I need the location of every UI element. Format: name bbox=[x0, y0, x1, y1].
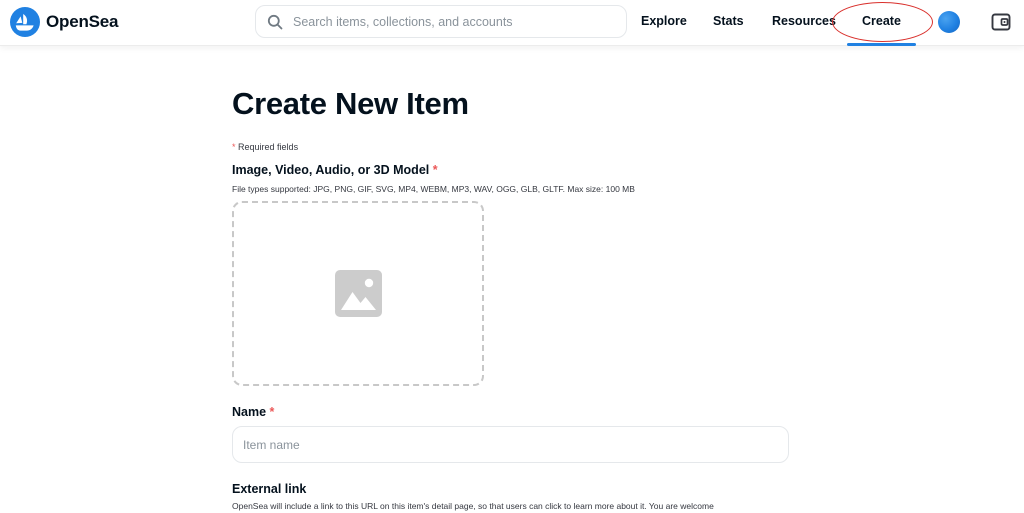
search-icon bbox=[267, 14, 283, 29]
external-link-hint: OpenSea will include a link to this URL … bbox=[232, 501, 714, 511]
create-highlight-annotation bbox=[832, 2, 933, 42]
required-fields-text: Required fields bbox=[238, 142, 299, 152]
avatar[interactable] bbox=[938, 11, 960, 33]
name-required-asterisk: * bbox=[269, 405, 275, 419]
media-file-types-hint: File types supported: JPG, PNG, GIF, SVG… bbox=[232, 184, 635, 194]
media-field-label: Image, Video, Audio, or 3D Model * bbox=[232, 163, 438, 177]
wallet-icon[interactable] bbox=[990, 11, 1012, 33]
top-navigation-bar: OpenSea Explore Stats Resources Create bbox=[0, 0, 1024, 46]
brand-logo-link[interactable]: OpenSea bbox=[10, 7, 118, 37]
media-field-label-text: Image, Video, Audio, or 3D Model bbox=[232, 163, 430, 177]
page-title: Create New Item bbox=[232, 86, 469, 121]
nav-explore-link[interactable]: Explore bbox=[641, 14, 687, 28]
active-tab-indicator bbox=[847, 43, 916, 46]
name-field-label-text: Name bbox=[232, 405, 267, 419]
external-link-label: External link bbox=[232, 482, 307, 496]
nav-stats-link[interactable]: Stats bbox=[713, 14, 744, 28]
opensea-logo-icon bbox=[10, 7, 40, 37]
brand-name: OpenSea bbox=[46, 12, 119, 31]
search-bar[interactable] bbox=[255, 5, 627, 38]
nav-resources-link[interactable]: Resources bbox=[772, 14, 836, 28]
media-required-asterisk: * bbox=[432, 163, 438, 177]
image-placeholder-icon bbox=[335, 270, 382, 317]
search-input[interactable] bbox=[293, 14, 613, 29]
item-name-input[interactable] bbox=[232, 426, 789, 463]
media-upload-dropzone[interactable] bbox=[232, 201, 484, 386]
required-asterisk: * bbox=[232, 142, 236, 152]
name-field-label: Name * bbox=[232, 405, 274, 419]
required-fields-note: * Required fields bbox=[232, 142, 298, 152]
